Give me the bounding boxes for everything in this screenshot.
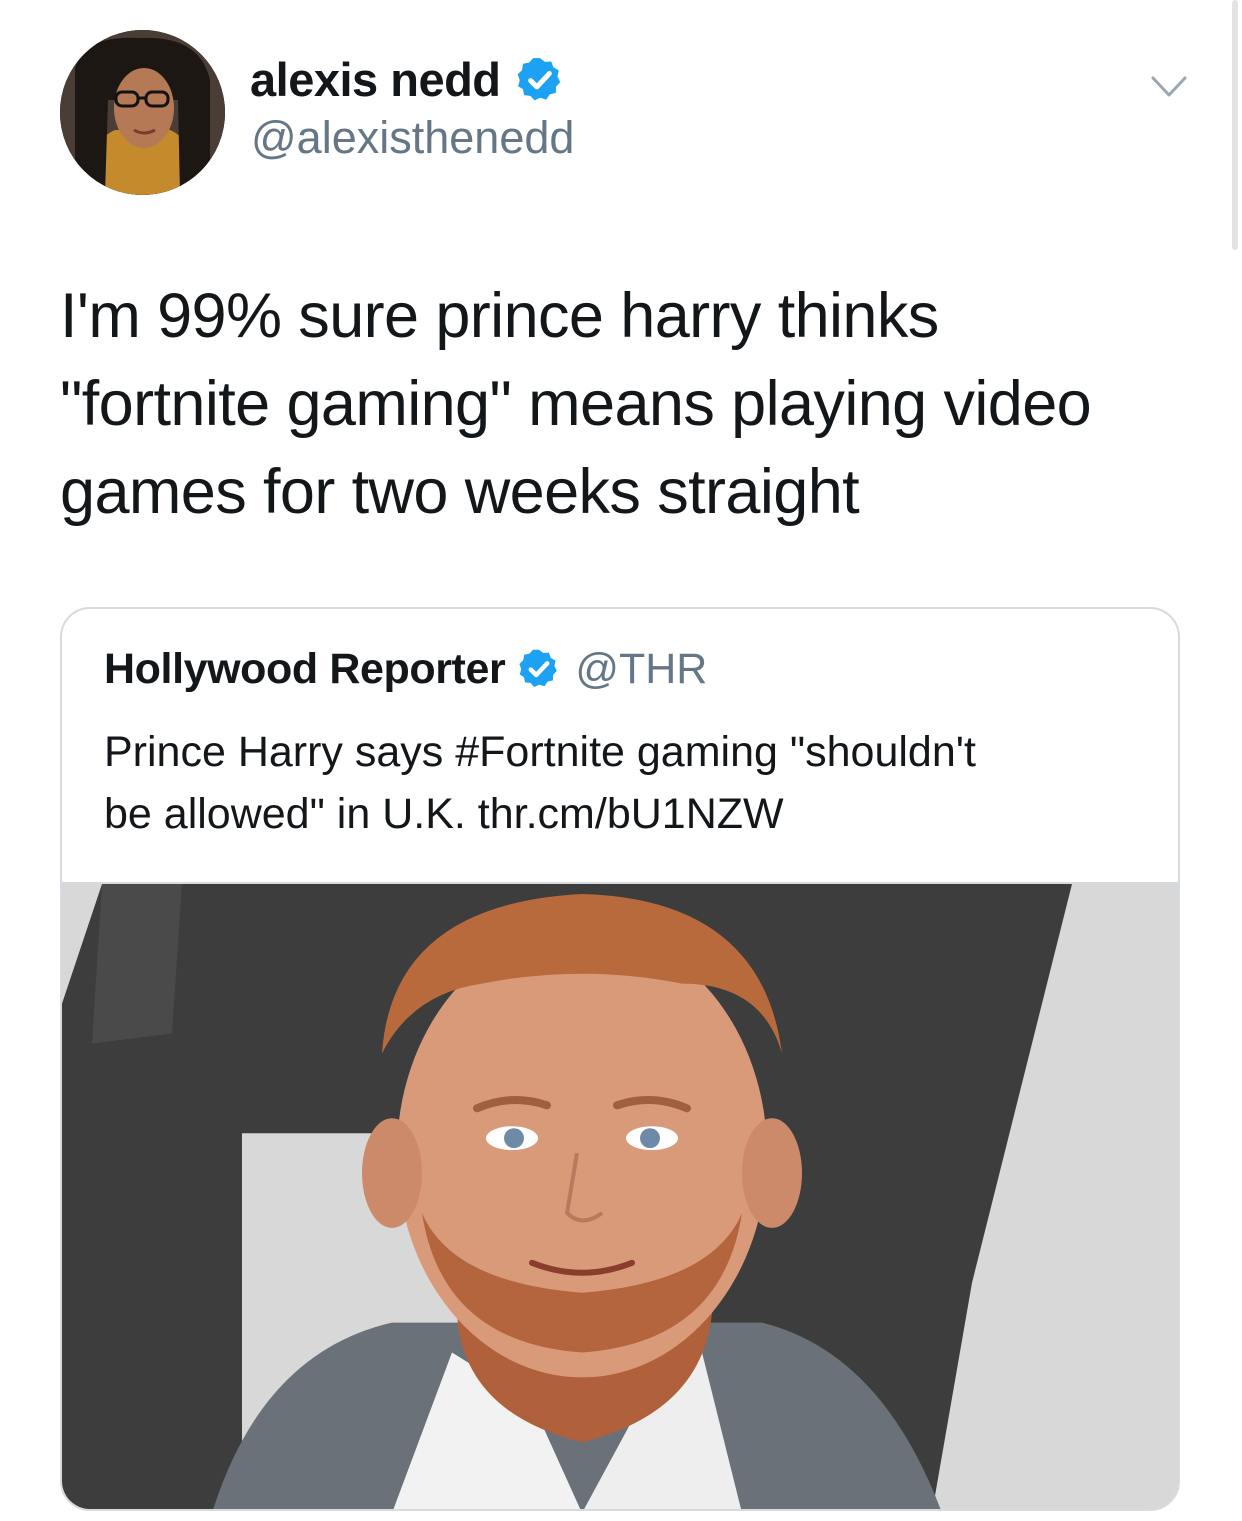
quoted-tweet-text: Prince Harry says #Fortnite gaming "shou… bbox=[104, 721, 1144, 845]
verified-badge-icon bbox=[517, 58, 560, 101]
quoted-text-line: Prince Harry says #Fortnite gaming "shou… bbox=[104, 728, 976, 776]
quoted-author-name: Hollywood Reporter bbox=[104, 645, 506, 693]
tweet-text-line: I'm 99% sure prince harry thinks bbox=[60, 281, 939, 351]
chevron-down-icon[interactable] bbox=[1150, 74, 1188, 100]
scrollbar[interactable] bbox=[1232, 0, 1238, 250]
avatar-photo bbox=[60, 30, 225, 195]
tweet-text-line: games for two weeks straight bbox=[60, 457, 860, 527]
quoted-tweet-photo[interactable] bbox=[62, 882, 1178, 1509]
portrait-photo bbox=[62, 884, 1178, 1509]
author-handle[interactable]: @alexisthenedd bbox=[251, 108, 574, 168]
verified-badge-icon bbox=[519, 649, 558, 687]
author-avatar[interactable] bbox=[60, 30, 225, 195]
tweet-text: I'm 99% sure prince harry thinks "fortni… bbox=[60, 272, 1180, 536]
quoted-author-handle: @THR bbox=[575, 645, 708, 693]
tweet-text-line: "fortnite gaming" means playing video bbox=[60, 369, 1092, 439]
quoted-tweet-header: Hollywood Reporter @THR bbox=[104, 639, 707, 699]
author-name-row: alexis nedd bbox=[250, 50, 565, 110]
author-display-name[interactable]: alexis nedd bbox=[250, 50, 501, 110]
quoted-text-line: be allowed" in U.K. thr.cm/bU1NZW bbox=[104, 790, 784, 838]
quoted-tweet-card[interactable]: Hollywood Reporter @THR Prince Harry say… bbox=[60, 607, 1180, 1511]
